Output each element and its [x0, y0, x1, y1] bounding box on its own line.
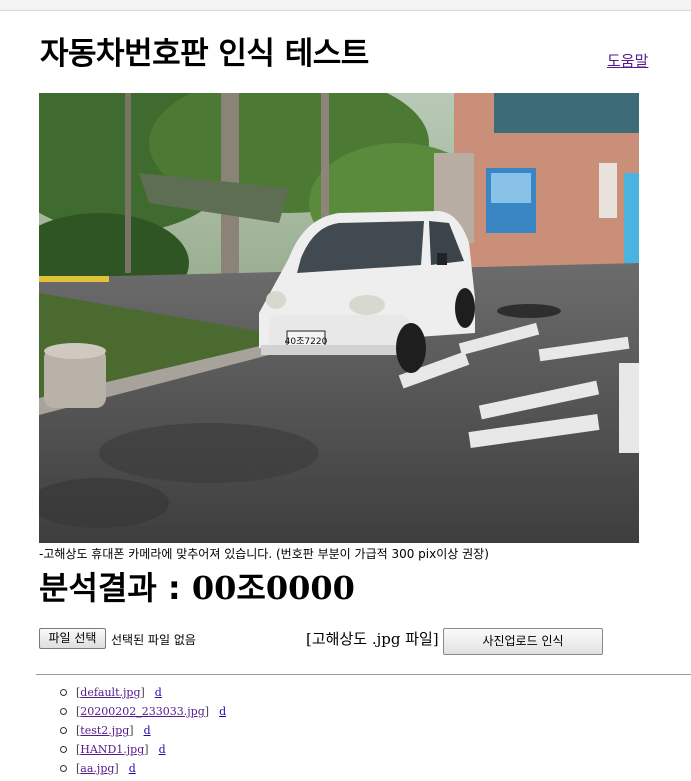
list-item: [20200202_233033.jpg] d	[60, 705, 226, 724]
delete-link[interactable]: d	[129, 762, 136, 775]
list-item: [HAND1.jpg] d	[60, 743, 226, 762]
bullet-icon	[60, 765, 67, 772]
delete-link[interactable]: d	[144, 724, 151, 737]
result-label: 분석결과 :	[39, 569, 192, 607]
list-item: [aa.jpg] d	[60, 762, 226, 781]
file-link[interactable]: test2.jpg	[80, 724, 129, 737]
choose-file-button[interactable]: 파일 선택	[39, 628, 106, 649]
file-link[interactable]: aa.jpg	[80, 762, 114, 775]
delete-link[interactable]: d	[155, 686, 162, 699]
bullet-icon	[60, 727, 67, 734]
file-link[interactable]: HAND1.jpg	[80, 743, 144, 756]
image-caption: -고해상도 휴대폰 카메라에 맞추어져 있습니다. (번호판 부분이 가급적 3…	[39, 547, 489, 561]
list-item: [default.jpg] d	[60, 686, 226, 705]
bullet-icon	[60, 708, 67, 715]
help-link[interactable]: 도움말	[607, 50, 648, 71]
bullet-icon	[60, 689, 67, 696]
result-value: 00조0000	[191, 569, 355, 607]
file-link[interactable]: 20200202_233033.jpg	[80, 705, 204, 718]
browser-top-strip	[0, 0, 691, 11]
file-link[interactable]: default.jpg	[80, 686, 140, 699]
analysis-result: 분석결과 : 00조0000	[39, 563, 355, 609]
page-title: 자동차번호판 인식 테스트	[40, 36, 369, 72]
no-file-selected-text: 선택된 파일 없음	[111, 633, 196, 647]
delete-link[interactable]: d	[159, 743, 166, 756]
uploaded-car-photo: 40조7220	[39, 93, 639, 543]
file-list: [default.jpg] d [20200202_233033.jpg] d [t…	[60, 686, 226, 781]
list-item: [test2.jpg] d	[60, 724, 226, 743]
delete-link[interactable]: d	[219, 705, 226, 718]
upload-recognize-button[interactable]: 사진업로드 인식	[443, 628, 603, 655]
divider	[36, 674, 691, 675]
bullet-icon	[60, 746, 67, 753]
jpg-hint-label: [고해상도 .jpg 파일]	[306, 630, 439, 648]
